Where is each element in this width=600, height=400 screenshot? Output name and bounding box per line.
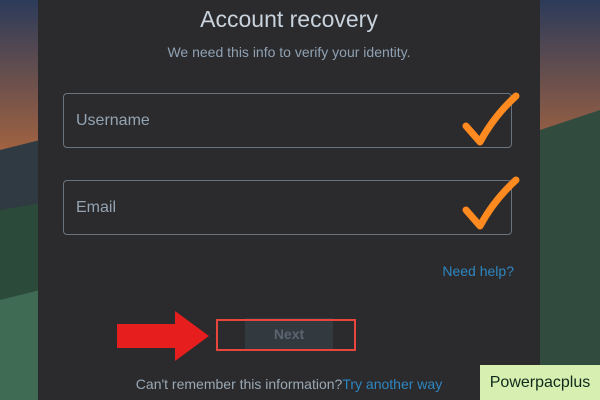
highlight-box [216,319,356,351]
email-label: Email [76,199,117,216]
page-title: Account recovery [200,6,378,32]
checkmark-icon [462,176,520,230]
checkmark-icon [462,92,520,146]
email-field[interactable]: Email [63,180,512,235]
username-field[interactable]: Username [63,93,512,148]
alternate-recovery-line: Can't remember this information?Try anot… [38,376,540,392]
cant-remember-text: Can't remember this information? [135,376,343,392]
brand-watermark: Powerpacplus [480,365,600,400]
red-arrow-icon [117,311,209,361]
page-subtitle: We need this info to verify your identit… [167,44,411,60]
username-label: Username [76,112,150,129]
try-another-way-link[interactable]: Try another way [342,376,442,392]
need-help-link[interactable]: Need help? [442,263,514,279]
